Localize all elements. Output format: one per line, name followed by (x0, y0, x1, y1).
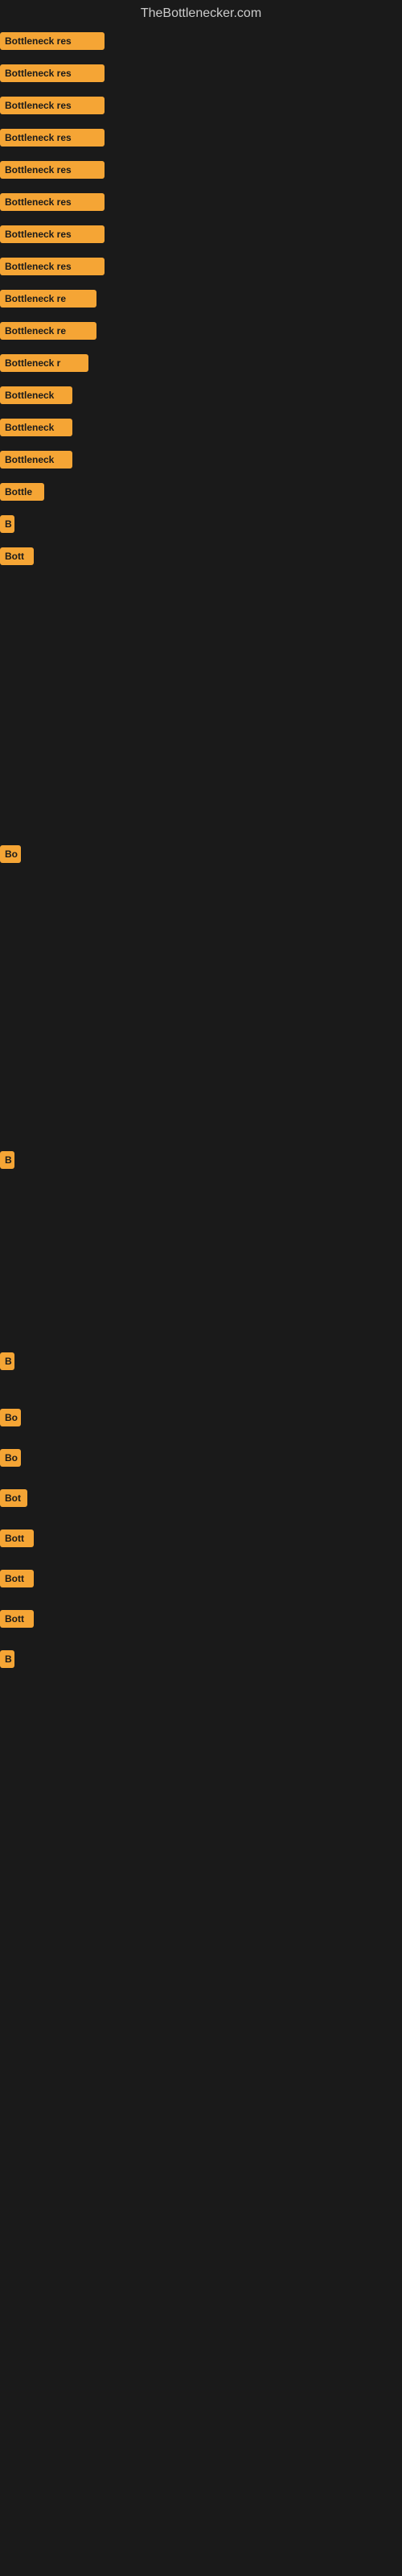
bottleneck-button[interactable]: Bottleneck (0, 386, 72, 404)
bottleneck-button[interactable]: Bott (0, 1530, 34, 1547)
bottleneck-button[interactable]: Bottleneck res (0, 97, 105, 114)
bottleneck-button[interactable]: Bott (0, 547, 34, 565)
bottleneck-button[interactable]: Bottleneck res (0, 193, 105, 211)
bottleneck-button[interactable]: Bottleneck res (0, 64, 105, 82)
bottleneck-button[interactable]: Bottleneck res (0, 258, 105, 275)
bottleneck-button[interactable]: B (0, 1352, 14, 1370)
bottleneck-button[interactable]: Bottle (0, 483, 44, 501)
bottleneck-button[interactable]: Bottleneck r (0, 354, 88, 372)
bottleneck-button[interactable]: Bottleneck (0, 451, 72, 469)
bottleneck-button[interactable]: B (0, 515, 14, 533)
site-title: TheBottlenecker.com (0, 0, 402, 27)
bottleneck-button[interactable]: Bottleneck re (0, 290, 96, 308)
bottleneck-button[interactable]: B (0, 1151, 14, 1169)
bottleneck-button[interactable]: Bo (0, 1409, 21, 1426)
bottleneck-button[interactable]: Bo (0, 1449, 21, 1467)
bottleneck-button[interactable]: Bottleneck res (0, 32, 105, 50)
bottleneck-button[interactable]: Bott (0, 1570, 34, 1587)
bottleneck-button[interactable]: Bott (0, 1610, 34, 1628)
bottleneck-button[interactable]: Bot (0, 1489, 27, 1507)
bottleneck-button[interactable]: Bottleneck res (0, 161, 105, 179)
bottleneck-button[interactable]: Bottleneck (0, 419, 72, 436)
bottleneck-button[interactable]: B (0, 1650, 14, 1668)
bottleneck-button[interactable]: Bottleneck re (0, 322, 96, 340)
bottleneck-button[interactable]: Bo (0, 845, 21, 863)
bottleneck-button[interactable]: Bottleneck res (0, 129, 105, 147)
bottleneck-button[interactable]: Bottleneck res (0, 225, 105, 243)
